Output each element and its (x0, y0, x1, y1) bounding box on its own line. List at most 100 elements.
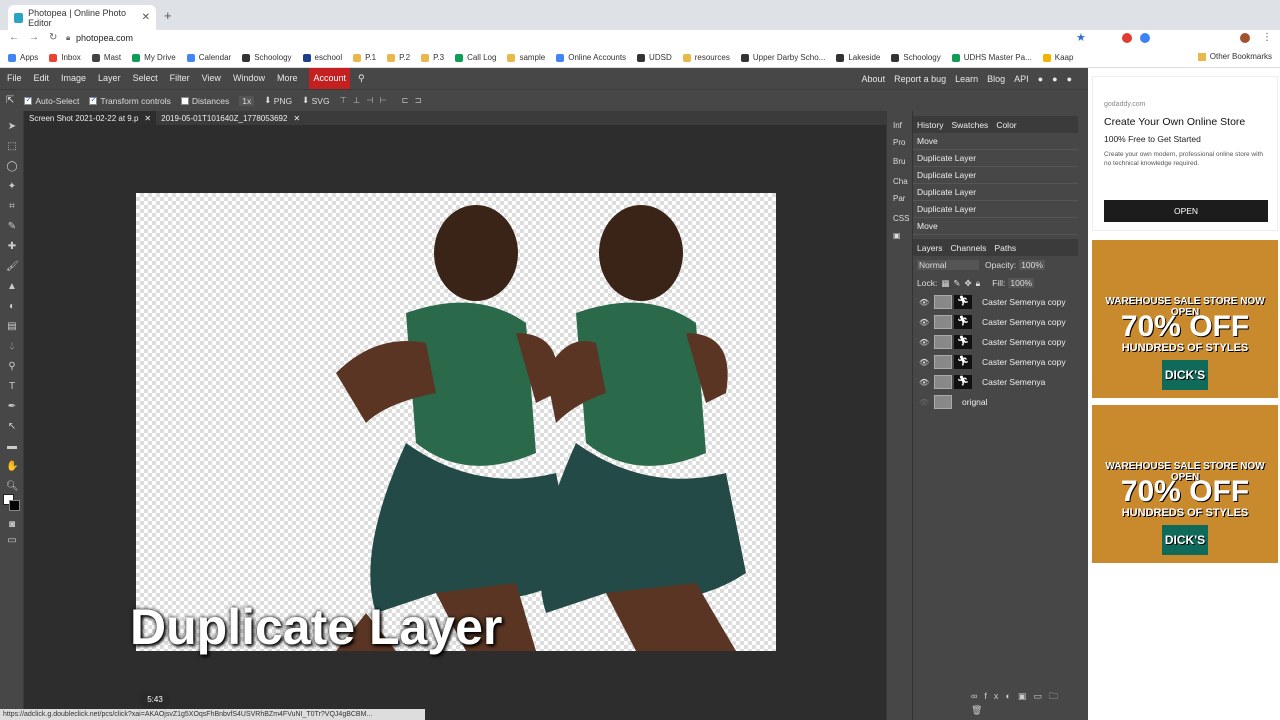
bookmark-item[interactable]: resources (682, 53, 730, 62)
menu-file[interactable]: File (7, 68, 22, 89)
transform-controls-checkbox[interactable]: Transform controls (89, 95, 171, 106)
menu-edit[interactable]: Edit (34, 68, 50, 89)
zoom-select[interactable]: 1x (239, 95, 255, 106)
menu-kebab-icon[interactable]: ⋮ (1262, 32, 1272, 43)
css-panel-tab[interactable]: CSS (893, 214, 909, 223)
shape-tool-icon[interactable]: ▬ (6, 441, 18, 453)
blog-link[interactable]: Blog (987, 74, 1005, 84)
browser-tab[interactable]: Photopea | Online Photo Editor ✕ (8, 5, 156, 30)
bookmark-star-icon[interactable]: ★ (1076, 31, 1086, 44)
layer-row[interactable]: 👁︎ 🏃︎ Caster Semenya copy (913, 292, 1078, 312)
forward-icon[interactable]: → (29, 32, 39, 43)
lock-icons[interactable]: ▦✎✥🔒︎ (941, 278, 984, 289)
properties-panel-tab[interactable]: Pro (893, 138, 905, 147)
layer-row[interactable]: 👁︎ 🏃︎ Caster Semenya (913, 372, 1078, 392)
quick-mask-icon[interactable]: ◙ (6, 519, 18, 531)
bookmark-item[interactable]: UDHS Master Pa... (951, 53, 1032, 62)
bookmark-item[interactable]: Lakeside (836, 53, 880, 62)
tab-layers[interactable]: Layers (917, 243, 943, 253)
facebook-icon[interactable]: ● (1067, 74, 1072, 84)
ad-open-button[interactable]: OPEN (1104, 200, 1268, 222)
magic-wand-icon[interactable]: ✦ (6, 181, 18, 193)
eye-icon[interactable]: 👁︎ (919, 298, 929, 307)
fill-input[interactable]: 100% (1008, 278, 1035, 288)
bookmark-item[interactable]: Apps (8, 53, 38, 62)
bookmark-item[interactable]: sample (507, 53, 545, 62)
bookmark-item[interactable]: P.1 (353, 53, 376, 62)
move-tool-icon[interactable]: ⇱ (6, 95, 14, 106)
doc-tab[interactable]: Screen Shot 2021-02-22 at 9.p ✕ (24, 111, 157, 125)
bookmark-item[interactable]: Schoology (242, 53, 292, 62)
export-png-button[interactable]: ⬇ PNG (264, 95, 292, 106)
close-tab-icon[interactable]: ✕ (142, 12, 150, 23)
tab-paths[interactable]: Paths (994, 243, 1016, 253)
eyedropper-icon[interactable]: ✎ (6, 221, 18, 233)
layer-row[interactable]: 👁︎ 🏃︎ Caster Semenya copy (913, 352, 1078, 372)
bookmark-item[interactable]: Inbox (49, 53, 81, 62)
stamp-tool-icon[interactable]: ▲ (6, 281, 18, 293)
history-item[interactable]: Move (913, 133, 1078, 150)
url-field[interactable]: photopea.com (76, 33, 133, 43)
history-item[interactable]: Duplicate Layer (913, 184, 1078, 201)
ad-dicks-banner[interactable]: WAREHOUSE SALE STORE NOW OPEN 70% OFF HU… (1092, 405, 1278, 563)
paragraph-panel-tab[interactable]: Par (893, 194, 905, 203)
bookmark-item[interactable]: eschool (302, 53, 342, 62)
background-color-swatch[interactable] (9, 500, 20, 511)
history-item[interactable]: Duplicate Layer (913, 201, 1078, 218)
distances-checkbox[interactable]: Distances (180, 96, 229, 106)
about-link[interactable]: About (862, 74, 886, 84)
align-icons[interactable]: ⊤⊥⊣⊢ ⊏⊐ (340, 95, 428, 106)
profile-avatar[interactable] (1240, 33, 1250, 43)
ad-godaddy[interactable]: godaddy.com Create Your Own Online Store… (1092, 76, 1278, 231)
history-item[interactable]: Duplicate Layer (913, 150, 1078, 167)
opacity-input[interactable]: 100% (1019, 260, 1045, 270)
bookmark-item[interactable]: UDSD (637, 53, 672, 62)
history-item[interactable]: Move (913, 218, 1078, 235)
hand-tool-icon[interactable]: ✋ (6, 461, 18, 473)
new-tab-button[interactable]: + (164, 8, 172, 23)
gradient-tool-icon[interactable]: ▤ (6, 321, 18, 333)
eye-icon[interactable]: 👁︎ (919, 398, 929, 407)
path-select-icon[interactable]: ↖ (6, 421, 18, 433)
close-doc-icon[interactable]: ✕ (293, 114, 300, 123)
menu-window[interactable]: Window (233, 68, 265, 89)
auto-select-checkbox[interactable]: Auto-Select (24, 95, 79, 106)
pen-tool-icon[interactable]: ✒ (6, 401, 18, 413)
image-panel-icon[interactable]: ▣ (893, 231, 901, 240)
menu-layer[interactable]: Layer (98, 68, 121, 89)
menu-filter[interactable]: Filter (170, 68, 190, 89)
doc-tab[interactable]: 2019-05-01T101640Z_1778053692 ✕ (156, 111, 305, 125)
tab-history[interactable]: History (917, 120, 943, 130)
move-tool-icon[interactable]: ➤ (6, 121, 18, 133)
close-doc-icon[interactable]: ✕ (144, 114, 151, 123)
api-link[interactable]: API (1014, 74, 1029, 84)
history-item[interactable]: Duplicate Layer (913, 167, 1078, 184)
ad-dicks-banner[interactable]: WAREHOUSE SALE STORE NOW OPEN 70% OFF HU… (1092, 240, 1278, 398)
zoom-tool-icon[interactable]: 🔍︎ (6, 481, 19, 493)
eraser-tool-icon[interactable]: ◐ (6, 301, 18, 313)
menu-view[interactable]: View (202, 68, 221, 89)
bookmark-item[interactable]: Call Log (455, 53, 496, 62)
healing-icon[interactable]: ✚ (6, 241, 18, 253)
blend-mode-select[interactable]: Normal (917, 260, 979, 270)
bookmark-item[interactable]: Calendar (186, 53, 231, 62)
type-tool-icon[interactable]: T (6, 381, 18, 393)
other-bookmarks[interactable]: Other Bookmarks (1197, 52, 1272, 61)
image-canvas[interactable] (136, 193, 776, 651)
dodge-tool-icon[interactable]: ⚲ (6, 361, 18, 373)
eye-icon[interactable]: 👁︎ (919, 358, 929, 367)
bookmark-item[interactable]: P.2 (387, 53, 410, 62)
crop-tool-icon[interactable]: ⌗ (6, 201, 18, 213)
screen-mode-icon[interactable]: ▭ (6, 535, 18, 547)
learn-link[interactable]: Learn (955, 74, 978, 84)
pinterest-extension-icon[interactable] (1122, 33, 1132, 43)
tab-swatches[interactable]: Swatches (951, 120, 988, 130)
twitter-icon[interactable]: ● (1052, 74, 1057, 84)
account-button[interactable]: Account (309, 68, 350, 89)
back-icon[interactable]: ← (9, 32, 19, 43)
tab-channels[interactable]: Channels (951, 243, 987, 253)
search-icon[interactable]: ⚲ (358, 68, 365, 89)
bookmark-item[interactable]: Kaap (1042, 53, 1073, 62)
layer-actions-icons[interactable]: ∞fx◐▣▭🗀🗑︎ (971, 689, 1078, 716)
layer-row[interactable]: 👁︎ 🏃︎ Caster Semenya copy (913, 332, 1078, 352)
